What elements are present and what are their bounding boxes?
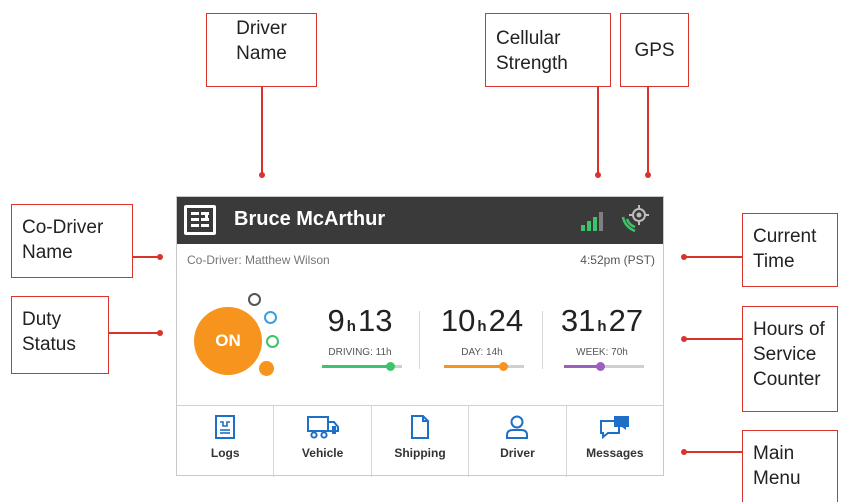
callout-hours-of-service-counter: Hours of Service Counter [742,306,838,412]
person-icon [506,415,529,439]
counter-time: 10 h24 [440,303,524,338]
app-logo [184,205,216,235]
leader-dot [157,330,163,336]
cellular-signal-icon [581,212,603,231]
leader-line [685,338,742,340]
document-icon [411,415,430,439]
counter-divider [419,311,420,369]
week-counter: 31 h27 WEEK: 70h [552,303,652,371]
menu-item-label: Logs [210,446,240,460]
leader-dot [595,172,601,178]
leader-dot [157,254,163,260]
logo-icon [191,212,209,227]
callout-co-driver-name: Co-Driver Name [11,204,133,278]
callout-gps: GPS [620,13,689,87]
menu-item-vehicle[interactable]: Vehicle [274,406,372,477]
driver-name[interactable]: Bruce McArthur [234,208,385,231]
status-bubble-driving[interactable] [266,335,279,348]
leader-dot [645,172,651,178]
driving-counter: 9 h13 DRIVING: 11h [310,303,410,371]
chat-icon [599,416,629,440]
gps-icon [621,205,649,233]
menu-item-shipping[interactable]: Shipping [372,406,470,477]
day-counter: 10 h24 DAY: 14h [432,303,532,371]
counter-time: 31 h27 [560,303,644,338]
day-progress-bar [444,362,524,371]
status-bubble-off[interactable] [248,293,261,306]
counter-label: DRIVING: 11h [328,347,392,358]
duty-status-button[interactable]: ON [194,307,262,375]
leader-line [597,87,599,175]
leader-line [685,256,742,258]
menu-item-logs[interactable]: Logs [177,406,275,477]
menu-item-messages[interactable]: Messages [567,406,663,477]
leader-dot [681,336,687,342]
co-driver-name[interactable]: Co-Driver: Matthew Wilson [187,253,330,267]
callout-driver-name: Driver Name [206,13,317,87]
leader-dot [681,254,687,260]
callout-cellular-strength: Cellular Strength [485,13,611,87]
main-menu: Logs Vehicle Shipping Driver Messages [177,405,663,477]
current-time: 4:52pm (PST) [580,253,655,267]
leader-line [109,332,159,334]
counter-label: DAY: 14h [461,347,503,358]
menu-item-label: Shipping [394,446,446,460]
callout-main-menu: Main Menu [742,430,838,502]
leader-line [133,256,159,258]
callout-current-time: Current Time [742,213,838,287]
counter-label: WEEK: 70h [576,347,628,358]
leader-line [685,451,742,453]
week-progress-bar [564,362,644,371]
callout-duty-status: Duty Status [11,296,109,374]
menu-item-label: Vehicle [301,446,344,460]
menu-item-label: Driver [500,446,535,460]
leader-line [647,87,649,175]
top-bar: Bruce McArthur [177,197,663,244]
driving-progress-bar [322,362,402,371]
leader-dot [681,449,687,455]
status-bubble-sleeper[interactable] [264,311,277,324]
leader-dot [259,172,265,178]
counter-time: 9 h13 [327,303,393,338]
menu-item-driver[interactable]: Driver [469,406,567,477]
truck-icon [306,416,339,439]
status-bubble-on[interactable] [259,361,274,376]
logs-icon [215,415,236,439]
counter-divider [542,311,543,369]
menu-item-label: Messages [586,446,644,460]
leader-line [261,87,263,175]
eld-device-screen: Bruce McArthur Co-Driver: Matthew Wilson… [176,196,664,477]
